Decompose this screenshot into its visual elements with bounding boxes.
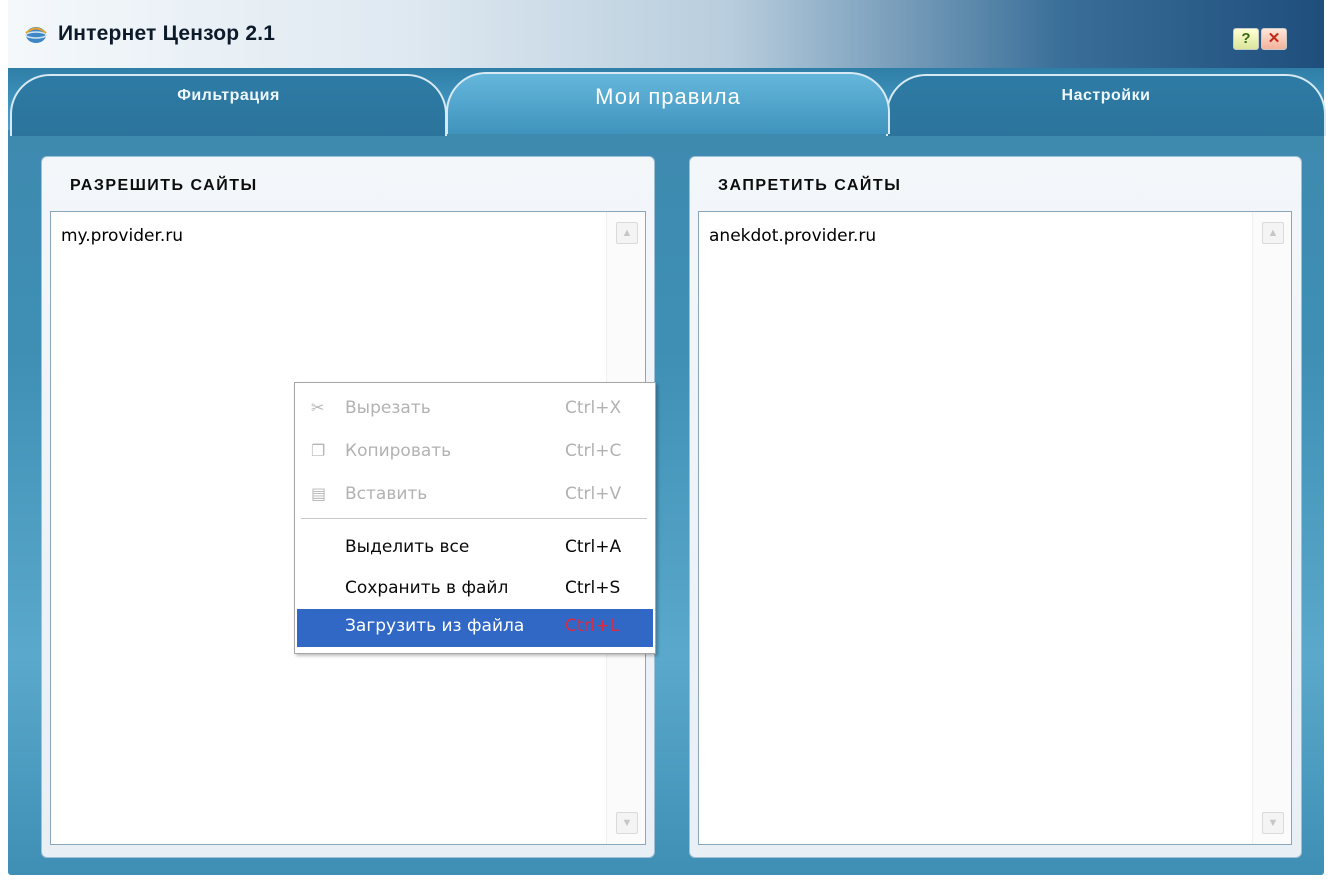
paste-icon: ▤ xyxy=(311,484,327,503)
scroll-up-icon[interactable]: ▲ xyxy=(1262,222,1284,244)
list-item[interactable]: anekdot.provider.ru xyxy=(709,226,876,246)
menu-item-save-to-file[interactable]: Сохранить в файл Ctrl+S xyxy=(297,571,653,607)
menu-item-select-all[interactable]: Выделить все Ctrl+A xyxy=(297,530,653,566)
menu-item-label: Загрузить из файла xyxy=(345,616,525,636)
list-item[interactable]: my.provider.ru xyxy=(61,226,183,246)
menu-item-load-from-file[interactable]: Загрузить из файла Ctrl+L xyxy=(297,609,653,647)
allow-sites-title: РАЗРЕШИТЬ САЙТЫ xyxy=(70,177,258,194)
app-window: Интернет Цензор 2.1 ? ✕ Фильтрация Настр… xyxy=(0,0,1332,883)
menu-item-label: Выделить все xyxy=(345,537,470,557)
tab-my-rules[interactable]: Мои правила xyxy=(446,72,890,134)
menu-item-copy[interactable]: ❐ Копировать Ctrl+C xyxy=(297,434,653,470)
deny-sites-list[interactable]: anekdot.provider.ru ▲ ▼ xyxy=(698,211,1292,845)
copy-icon: ❐ xyxy=(311,441,326,460)
menu-item-label: Копировать xyxy=(345,441,452,461)
menu-item-paste[interactable]: ▤ Вставить Ctrl+V xyxy=(297,477,653,513)
close-icon[interactable]: ✕ xyxy=(1261,28,1287,50)
title-bar[interactable]: Интернет Цензор 2.1 ? ✕ xyxy=(8,0,1324,69)
menu-item-label: Вырезать xyxy=(345,398,431,418)
scroll-up-icon[interactable]: ▲ xyxy=(616,222,638,244)
context-menu: ✂ Вырезать Ctrl+X ❐ Копировать Ctrl+C ▤ … xyxy=(294,382,656,654)
menu-item-label: Сохранить в файл xyxy=(345,578,509,598)
deny-sites-title: ЗАПРЕТИТЬ САЙТЫ xyxy=(718,177,902,194)
menu-item-shortcut: Ctrl+X xyxy=(565,398,622,418)
deny-list-scrollbar[interactable]: ▲ ▼ xyxy=(1252,212,1291,844)
tab-filtering[interactable]: Фильтрация xyxy=(10,74,447,136)
scroll-down-icon[interactable]: ▼ xyxy=(1262,812,1284,834)
deny-sites-panel: ЗАПРЕТИТЬ САЙТЫ anekdot.provider.ru ▲ ▼ xyxy=(689,156,1302,858)
tab-bar: Фильтрация Настройки Мои правила xyxy=(8,68,1326,136)
menu-item-label: Вставить xyxy=(345,484,428,504)
menu-item-shortcut: Ctrl+V xyxy=(565,484,622,504)
menu-item-shortcut: Ctrl+S xyxy=(565,578,621,598)
tab-settings[interactable]: Настройки xyxy=(886,74,1326,136)
help-icon[interactable]: ? xyxy=(1233,28,1259,50)
menu-item-cut[interactable]: ✂ Вырезать Ctrl+X xyxy=(297,391,653,427)
scissors-icon: ✂ xyxy=(311,398,325,417)
menu-item-shortcut: Ctrl+L xyxy=(565,616,619,636)
window-frame: Интернет Цензор 2.1 ? ✕ Фильтрация Настр… xyxy=(8,0,1326,875)
menu-item-shortcut: Ctrl+C xyxy=(565,441,622,461)
globe-icon xyxy=(25,27,47,43)
window-title: Интернет Цензор 2.1 xyxy=(58,22,276,45)
menu-item-shortcut: Ctrl+A xyxy=(565,537,622,557)
scroll-down-icon[interactable]: ▼ xyxy=(616,812,638,834)
menu-separator xyxy=(301,518,647,520)
